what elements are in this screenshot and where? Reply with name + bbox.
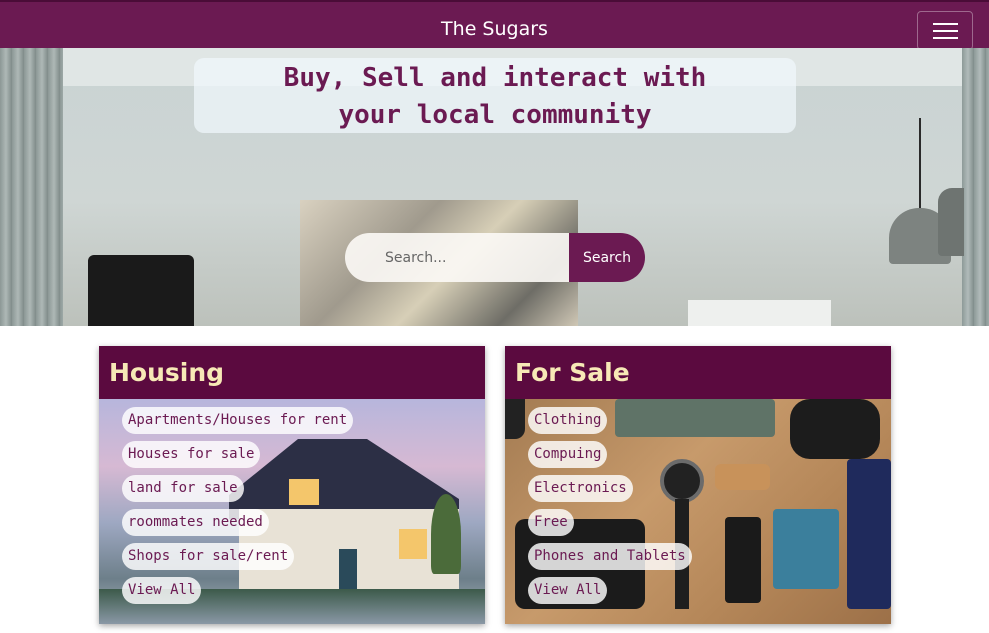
card-header: For Sale [505,346,891,399]
hero-banner: Buy, Sell and interact with your local c… [0,48,989,326]
category-link[interactable]: roommates needed [122,509,269,536]
category-link[interactable]: Phones and Tablets [528,543,692,570]
category-link[interactable]: Apartments/Houses for rent [122,407,354,434]
menu-toggle-button[interactable] [917,11,973,50]
hero-background-table [688,300,831,326]
category-link[interactable]: Electronics [528,475,633,502]
speaker-object [615,399,775,437]
gamepad-object [790,399,880,459]
headline-box: Buy, Sell and interact with your local c… [194,58,796,133]
card-header: Housing [99,346,485,399]
corner-object [505,399,525,439]
navbar: The Sugars [0,0,989,50]
hero-background-curtain-left [0,48,63,326]
hard-drive-object [773,509,839,589]
hero-background-lamp [88,255,194,326]
category-link[interactable]: Compuing [528,441,608,468]
notebook-object [847,459,891,609]
mp3-player-object [725,517,761,603]
card-title: Housing [109,358,225,387]
headline-line-1: Buy, Sell and interact with [283,63,707,93]
view-all-link[interactable]: View All [528,577,608,604]
headline: Buy, Sell and interact with your local c… [194,60,796,134]
house-window [399,529,427,559]
view-all-link[interactable]: View All [122,577,202,604]
search-input[interactable] [345,233,570,282]
card-title: For Sale [515,358,630,387]
category-card-for-sale: For Sale Clothing Compuing Electronics F… [505,346,891,624]
category-link[interactable]: land for sale [122,475,244,502]
search-button[interactable]: Search [569,233,645,282]
category-link[interactable]: Free [528,509,574,536]
category-link[interactable]: Houses for sale [122,441,261,468]
house-roof [229,439,459,519]
tree [431,494,461,574]
hero-background-curtain-right [962,48,989,326]
hero-background-pendant-lamp-2 [938,188,964,256]
category-link[interactable]: Shops for sale/rent [122,543,295,570]
brand-title[interactable]: The Sugars [0,18,989,40]
watch-object [660,459,704,503]
usb-drive-object [715,464,770,490]
category-link[interactable]: Clothing [528,407,608,434]
house-door [339,549,357,589]
headline-line-2: your local community [338,100,652,130]
house-window [289,479,319,505]
category-card-housing: Housing Apartments/Houses for rent House… [99,346,485,624]
